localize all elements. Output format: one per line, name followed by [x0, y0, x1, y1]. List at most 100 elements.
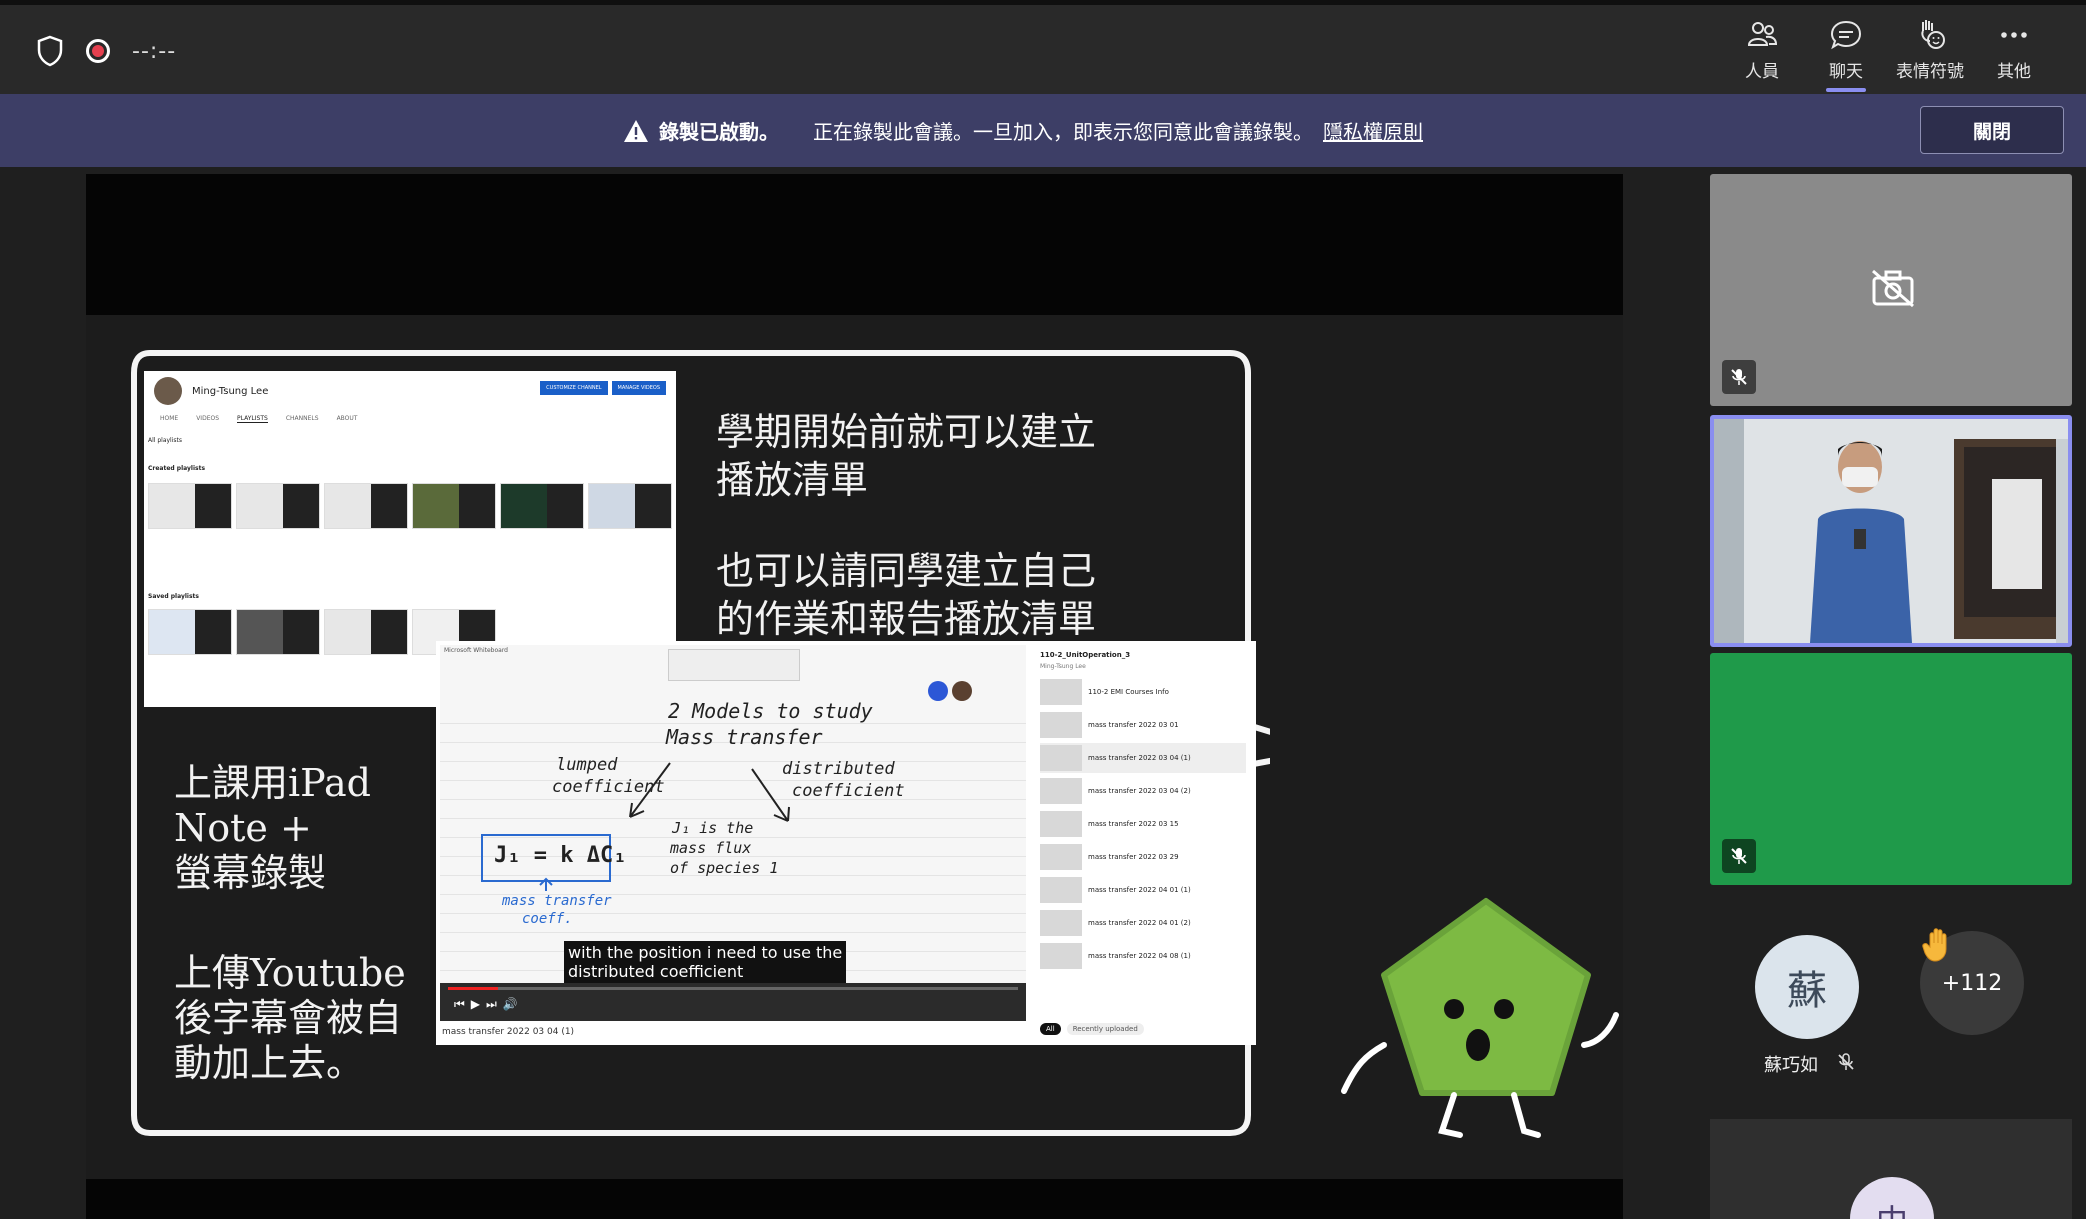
filter-recent: Recently uploaded	[1066, 1023, 1144, 1035]
muted-mic-icon	[1838, 1053, 1854, 1070]
playlist-item-title: mass transfer 2022 03 04 (1)	[1088, 754, 1191, 762]
people-label: 人員	[1745, 62, 1779, 82]
attendee-name: 蘇巧如	[1764, 1055, 1818, 1076]
created-playlist-row	[148, 483, 672, 529]
participant-tile-green-background[interactable]	[1710, 653, 2072, 885]
progress-track	[498, 987, 1018, 990]
chat-button[interactable]: 聊天	[1804, 17, 1888, 92]
subtitle-line: distributed coefficient	[568, 962, 744, 982]
slide-text-line: Note +	[174, 805, 312, 850]
muted-mic-icon	[1722, 360, 1756, 394]
toolbar-left: --:--	[36, 35, 176, 67]
playlist-thumb	[236, 483, 320, 529]
slide-text-line: 的作業和報告播放清單	[716, 596, 1097, 641]
filter-all: All	[1040, 1023, 1061, 1035]
handwritten-equation: J₁ = k ΔC₁	[494, 843, 627, 868]
shared-screen: Ming-Tsung Lee CUSTOMIZE CHANNEL MANAGE …	[86, 174, 1623, 1219]
progress-played	[448, 987, 498, 990]
participant-avatar: 中	[1850, 1177, 1934, 1219]
playlist-item: mass transfer 2022 04 08 (1)	[1040, 941, 1246, 971]
youtube-channel-header: Ming-Tsung Lee	[154, 377, 268, 405]
slide-text-line: 也可以請同學建立自己	[716, 549, 1097, 593]
whiteboard-video-screenshot: Microsoft Whiteboard 2 Models to study M…	[436, 641, 1256, 1045]
meeting-toolbar: --:-- 人員 聊天 表情符號 其他	[0, 0, 2086, 94]
slide-text-top: 學期開始前就可以建立 播放清單 也可以請同學建立自己 的作業和報告播放清單	[716, 409, 1096, 643]
recording-indicator-icon	[86, 39, 110, 63]
playlist-item-title: mass transfer 2022 03 15	[1088, 820, 1179, 828]
tab-videos: VIDEOS	[196, 415, 220, 422]
playlist-thumb	[412, 483, 496, 529]
chat-label: 聊天	[1829, 62, 1863, 82]
playlist-item-title: mass transfer 2022 04 08 (1)	[1088, 952, 1191, 960]
video-controls: ⏮▶⏭🔊	[440, 983, 1026, 1021]
slide-text-line: 播放清單	[716, 457, 869, 502]
playlist-thumb	[148, 609, 232, 655]
player-buttons: ⏮▶⏭🔊	[454, 997, 524, 1011]
channel-buttons: CUSTOMIZE CHANNEL MANAGE VIDEOS	[540, 381, 666, 395]
playlist-filters: All Recently uploaded	[1040, 1023, 1144, 1035]
channel-avatar	[154, 377, 182, 405]
camera-off-icon	[1872, 269, 1914, 308]
people-icon	[1747, 22, 1778, 46]
subtitle-line: with the position i need to use the	[568, 943, 843, 962]
playlist-item: mass transfer 2022 04 01 (1)	[1040, 875, 1246, 905]
emoji-icon	[1921, 20, 1945, 49]
recording-notice-text: 正在錄製此會議。一旦加入，即表示您同意此會議錄製。	[813, 120, 1313, 144]
playlist-title: 110-2_UnitOperation_3	[1040, 651, 1131, 659]
playlist-item-title: mass transfer 2022 03 29	[1088, 853, 1179, 861]
playlist-item: mass transfer 2022 03 04 (2)	[1040, 776, 1246, 806]
slide-text-youtube: 上傳Youtube 後字幕會被自 動加上去。	[174, 951, 406, 1085]
warning-icon	[624, 119, 648, 142]
manage-videos-button: MANAGE VIDEOS	[611, 381, 666, 395]
participant-tile-partial[interactable]: 中	[1710, 1119, 2072, 1219]
presentation-slide: Ming-Tsung Lee CUSTOMIZE CHANNEL MANAGE …	[86, 315, 1623, 1179]
slide-text-gap	[716, 504, 1096, 548]
recording-started-title: 錄製已啟動。	[659, 120, 779, 144]
shield-icon[interactable]	[36, 35, 64, 67]
video-title: mass transfer 2022 03 04 (1)	[442, 1027, 575, 1037]
channel-name: Ming-Tsung Lee	[192, 385, 269, 397]
playlist-item: mass transfer 2022 04 01 (2)	[1040, 908, 1246, 938]
created-playlists-label: Created playlists	[148, 465, 206, 472]
privacy-policy-link[interactable]: 隱私權原則	[1323, 116, 1423, 145]
playlist-item: mass transfer 2022 03 29	[1040, 842, 1246, 872]
slide-text-line: 學期開始前就可以建立	[716, 410, 1097, 454]
playlist-owner: Ming-Tsung Lee	[1040, 663, 1086, 670]
more-label: 其他	[1997, 62, 2031, 82]
playlist-thumb	[588, 483, 672, 529]
slide-text-line: 螢幕錄製	[174, 850, 327, 895]
slide-text-line: 上課用iPad	[174, 761, 371, 805]
participant-tile-camera-off[interactable]	[1710, 174, 2072, 406]
participant-tile-active-speaker[interactable]	[1710, 415, 2072, 647]
all-playlists-label: All playlists	[148, 437, 182, 444]
playlist-thumb	[148, 483, 232, 529]
more-button[interactable]: 其他	[1972, 17, 2056, 82]
recording-banner: 錄製已啟動。 正在錄製此會議。一旦加入，即表示您同意此會議錄製。 隱私權原則 關…	[0, 94, 2086, 167]
tab-home: HOME	[160, 415, 179, 422]
emoji-button[interactable]: 表情符號	[1888, 17, 1972, 82]
playlist-item-title: mass transfer 2022 03 01	[1088, 721, 1179, 729]
tab-channels: CHANNELS	[285, 415, 319, 422]
slide-text-ipad: 上課用iPad Note + 螢幕錄製	[174, 761, 371, 895]
video-playlist-panel: 110-2_UnitOperation_3 Ming-Tsung Lee 110…	[1036, 647, 1250, 1019]
playlist-item: mass transfer 2022 03 01	[1040, 710, 1246, 740]
close-banner-button[interactable]: 關閉	[1920, 106, 2064, 154]
tab-about: ABOUT	[336, 415, 358, 422]
gallery-scrollbar[interactable]	[2078, 170, 2084, 1219]
video-subtitle: with the position i need to use the dist…	[564, 941, 847, 984]
playlist-item: 110-2 EMI Courses Info	[1040, 677, 1246, 707]
handwritten-blue-note: coeff.	[522, 911, 573, 927]
tab-playlists: PLAYLISTS	[237, 415, 268, 423]
slide-text-line: 上傳Youtube	[174, 951, 406, 995]
people-button[interactable]: 人員	[1720, 17, 1804, 82]
speaker-video-feed	[1714, 419, 2068, 643]
handwritten-blue-note: mass transfer	[502, 893, 612, 909]
customize-channel-button: CUSTOMIZE CHANNEL	[540, 381, 608, 395]
slide-text-line: 後字幕會被自	[174, 995, 403, 1040]
more-icon	[2001, 32, 2027, 38]
playlist-thumb	[500, 483, 584, 529]
participant-gallery: 蘇 蘇巧如 +112 中	[1700, 167, 2086, 1219]
playlist-thumb	[324, 483, 408, 529]
attendee-avatar[interactable]: 蘇	[1755, 935, 1859, 1039]
playlist-item: mass transfer 2022 03 15	[1040, 809, 1246, 839]
